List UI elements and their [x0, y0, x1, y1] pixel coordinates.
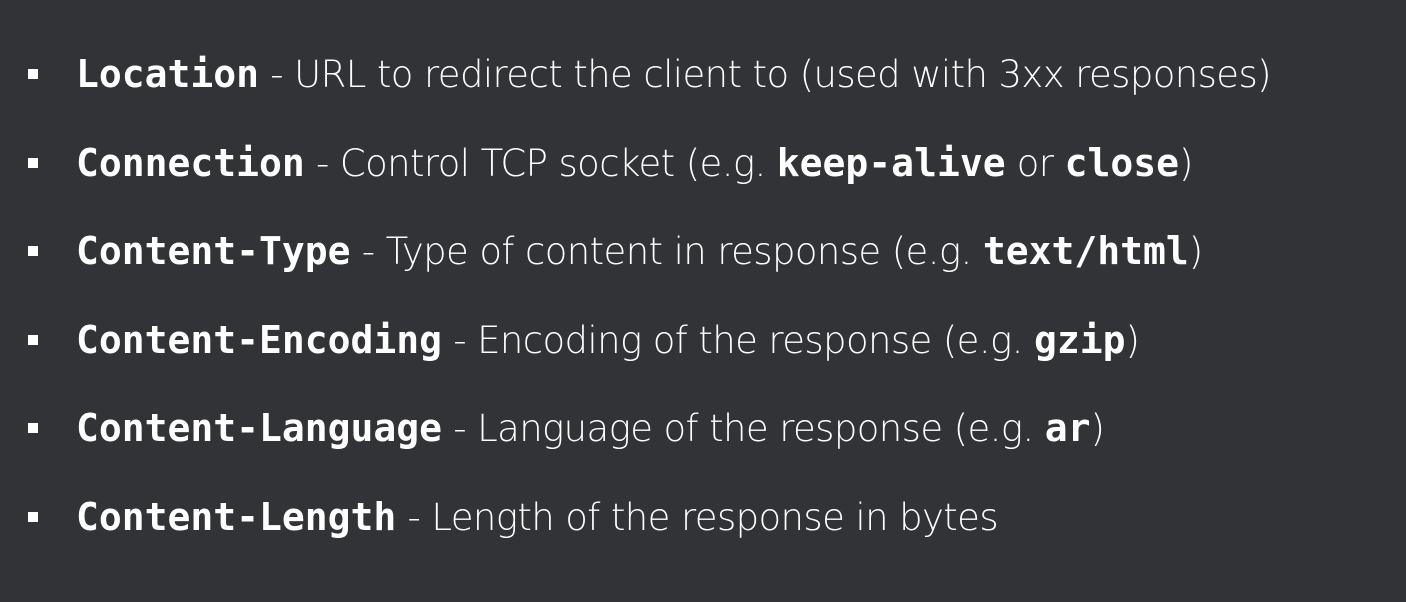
header-description: Length of the response in bytes [431, 495, 999, 539]
bullet-icon [28, 334, 38, 345]
bullet-icon [28, 511, 38, 522]
list-item-content-language: Content-Language - Language of the respo… [28, 384, 1271, 473]
list-item-content-encoding: Content-Encoding - Encoding of the respo… [28, 296, 1271, 385]
header-description: Control TCP socket (e.g. [339, 141, 777, 185]
closing-paren: ) [1188, 230, 1203, 274]
separator: - [259, 53, 295, 97]
closing-paren: ) [1090, 407, 1105, 451]
item-text: Content-Length - Length of the response … [76, 494, 999, 539]
header-description: URL to redirect the client to (used with… [294, 53, 1271, 97]
separator: - [304, 141, 340, 185]
item-text: Content-Encoding - Encoding of the respo… [76, 317, 1140, 362]
item-text: Content-Type - Type of content in respon… [76, 232, 1203, 270]
separator: - [350, 230, 386, 274]
item-text: Content-Language - Language of the respo… [76, 406, 1105, 451]
bullet-icon [28, 246, 38, 257]
example-value: ar [1044, 406, 1091, 451]
closing-paren: ) [1125, 318, 1140, 362]
item-text: Connection - Control TCP socket (e.g. ke… [76, 144, 1193, 182]
item-text: Location - URL to redirect the client to… [76, 52, 1272, 97]
example-value: text/html [982, 229, 1189, 274]
header-name: Content-Type [76, 229, 351, 274]
header-list: Location - URL to redirect the client to… [28, 30, 1272, 562]
header-description: Language of the response (e.g. [477, 407, 1045, 451]
header-name: Content-Language [76, 406, 443, 451]
separator: - [442, 318, 478, 362]
list-item-content-length: Content-Length - Length of the response … [28, 473, 1271, 562]
separator: - [442, 407, 478, 451]
header-description: Type of content in response (e.g. [385, 230, 983, 274]
bullet-icon [28, 69, 38, 80]
header-name: Content-Encoding [76, 317, 443, 362]
bullet-icon [28, 157, 38, 168]
header-description: Encoding of the response (e.g. [477, 318, 1034, 362]
conjunction: or [1005, 141, 1065, 185]
example-value: keep-alive [776, 140, 1006, 185]
closing-paren: ) [1178, 141, 1193, 185]
header-name: Connection [76, 140, 305, 185]
separator: - [396, 495, 432, 539]
list-item-content-type: Content-Type - Type of content in respon… [28, 207, 1271, 296]
list-item-location: Location - URL to redirect the client to… [28, 30, 1272, 119]
slide: Location - URL to redirect the client to… [0, 0, 1406, 602]
bullet-icon [28, 423, 38, 434]
example-value: gzip [1033, 317, 1126, 362]
example-value: close [1064, 140, 1179, 185]
header-name: Location [76, 52, 260, 97]
list-item-connection: Connection - Control TCP socket (e.g. ke… [28, 119, 1271, 208]
header-name: Content-Length [76, 494, 397, 539]
